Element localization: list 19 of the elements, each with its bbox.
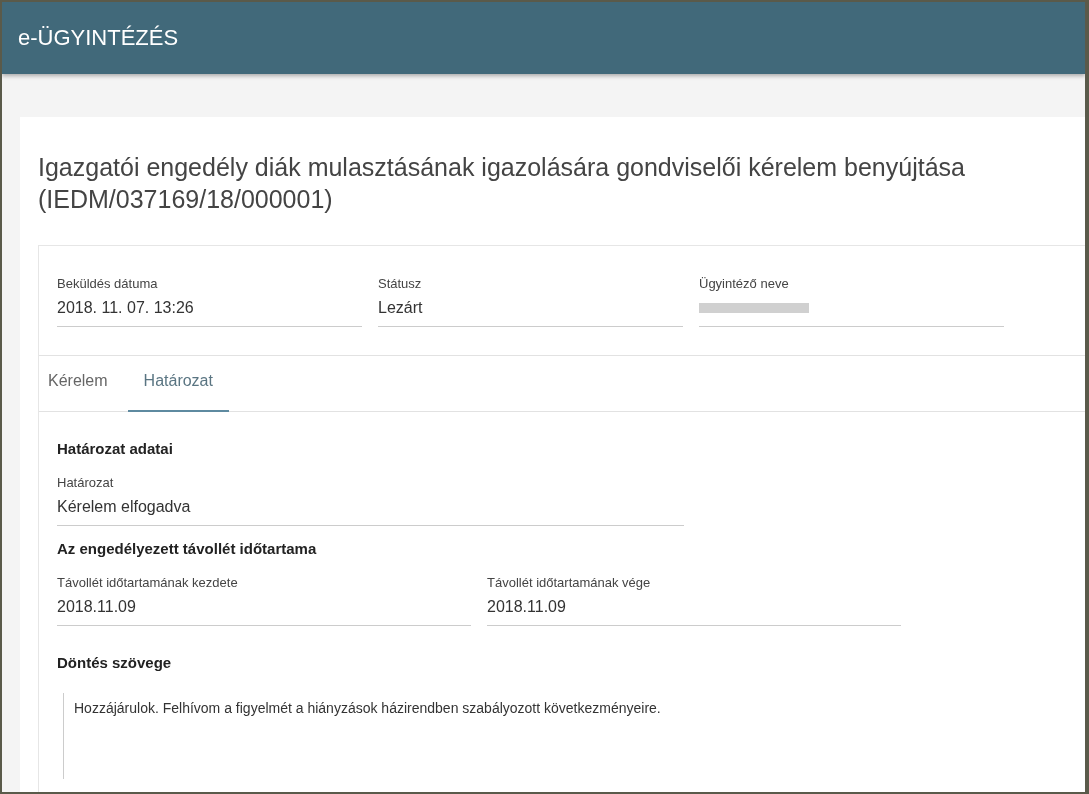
section-heading: Döntés szövege bbox=[57, 654, 173, 671]
tab[interactable]: Határozat bbox=[127, 356, 229, 412]
readonly-field: Lezárt bbox=[378, 299, 683, 327]
field-label: Határozat bbox=[57, 475, 115, 490]
field-label: Ügyintéző neve bbox=[699, 276, 790, 291]
decision-text: Hozzájárulok. Felhívom a figyelmét a hiányzások házirendben szabályozott következményeire. bbox=[74, 700, 661, 716]
field-label: Beküldés dátuma bbox=[57, 276, 159, 291]
field-label: Távollét időtartamának kezdete bbox=[57, 575, 239, 590]
section-heading: Határozat adatai bbox=[57, 440, 174, 457]
section-heading: Az engedélyezett távollét időtartama bbox=[57, 540, 318, 557]
field-label: Távollét időtartamának vége bbox=[487, 575, 652, 590]
readonly-field: Kérelem elfogadva bbox=[57, 498, 684, 526]
page-title: Igazgatói engedély diák mulasztásának igazolására gondviselői kérelem benyújtása (IEDM/037169/18/000001) bbox=[38, 152, 966, 215]
readonly-field: 2018.11.09 bbox=[57, 598, 471, 626]
readonly-field: 2018.11.09 bbox=[487, 598, 901, 626]
field-label: Státusz bbox=[378, 276, 423, 291]
readonly-field: 2018. 11. 07. 13:26 bbox=[57, 299, 362, 327]
app-title: e-ÜGYINTÉZÉS bbox=[18, 25, 179, 51]
tab[interactable]: Kérelem bbox=[39, 356, 117, 412]
